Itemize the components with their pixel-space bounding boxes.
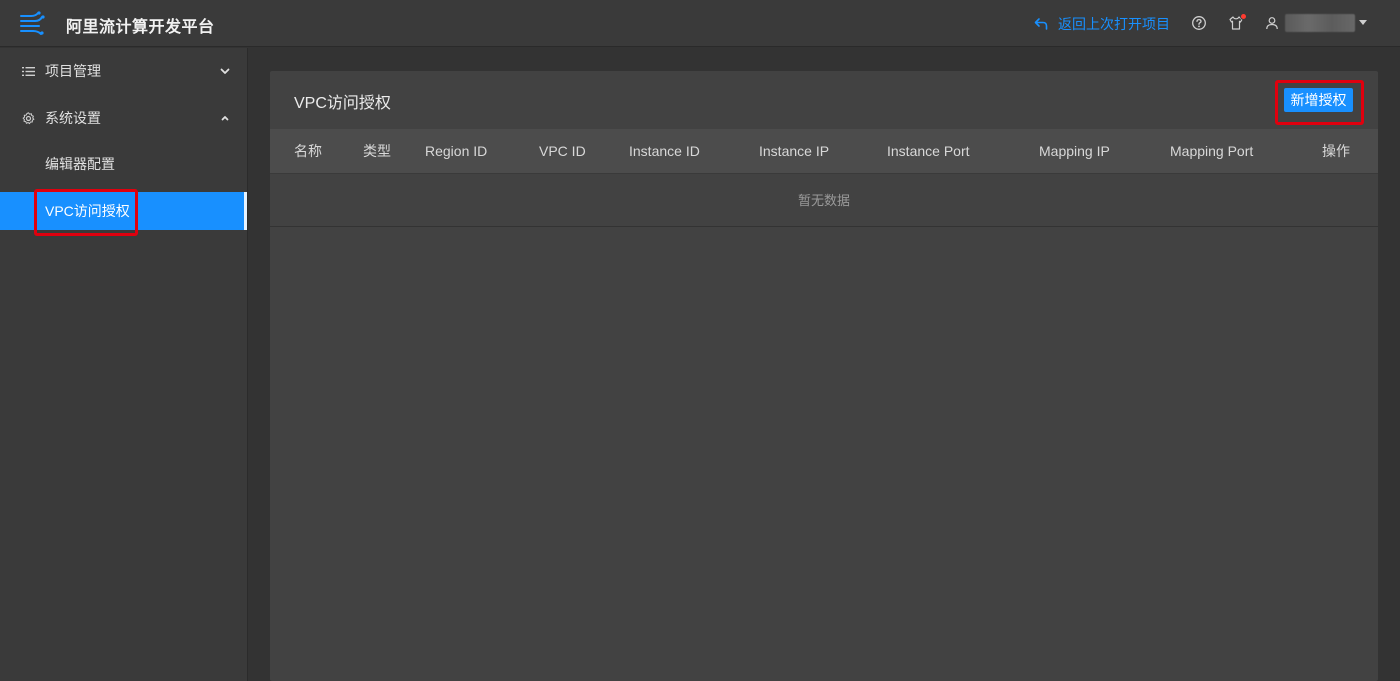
sidebar-item-label: 系统设置 [45,110,101,126]
chevron-up-icon [221,116,229,121]
sidebar-item-label: 项目管理 [45,63,101,79]
gear-icon [22,111,35,124]
return-arrow-icon [1034,18,1048,30]
app-title: 阿里流计算开发平台 [66,19,215,36]
column-header-name: 名称 [294,143,322,159]
top-bar: 阿里流计算开发平台 返回上次打开项目 [0,0,1400,47]
user-icon[interactable] [1265,16,1279,30]
return-link-label: 返回上次打开项目 [1058,16,1170,32]
sidebar-subitem-label: 编辑器配置 [45,156,115,172]
sidebar-item-project-management[interactable]: 项目管理 [0,48,247,94]
column-header-region-id: Region ID [425,143,488,159]
column-header-mapping-port: Mapping Port [1170,143,1254,159]
sidebar-subitem-vpc-access[interactable]: VPC访问授权 [0,192,247,230]
column-header-mapping-ip: Mapping IP [1039,143,1110,159]
help-circle-icon[interactable] [1191,15,1207,31]
column-header-actions: 操作 [1322,143,1350,159]
table-empty-state: 暂无数据 [270,175,1378,227]
user-name-redacted[interactable] [1285,14,1355,32]
main-panel: VPC访问授权 新增授权 名称 类型 Region ID VPC ID Inst… [270,71,1378,681]
stream-logo-icon[interactable] [19,11,45,35]
column-header-instance-ip: Instance IP [759,143,830,159]
table-header: 名称 类型 Region ID VPC ID Instance ID Insta… [270,129,1378,174]
sidebar-item-system-settings[interactable]: 系统设置 [0,95,247,141]
sidebar-subitem-editor-config[interactable]: 编辑器配置 [0,145,247,183]
user-menu-caret-icon[interactable] [1359,20,1367,25]
add-authorization-button[interactable]: 新增授权 [1284,88,1353,112]
sidebar: 项目管理 系统设置 编辑器配置 VPC访问授权 [0,48,248,681]
column-header-instance-id: Instance ID [629,143,700,159]
chevron-down-icon [220,68,230,74]
sidebar-subitem-label: VPC访问授权 [45,203,130,219]
list-icon [22,66,35,76]
page-title: VPC访问授权 [294,95,391,112]
column-header-vpc-id: VPC ID [539,143,586,159]
column-header-type: 类型 [363,143,391,159]
column-header-instance-port: Instance Port [887,143,970,159]
notification-badge [1240,13,1247,20]
return-to-last-project-link[interactable]: 返回上次打开项目 [1034,14,1170,34]
